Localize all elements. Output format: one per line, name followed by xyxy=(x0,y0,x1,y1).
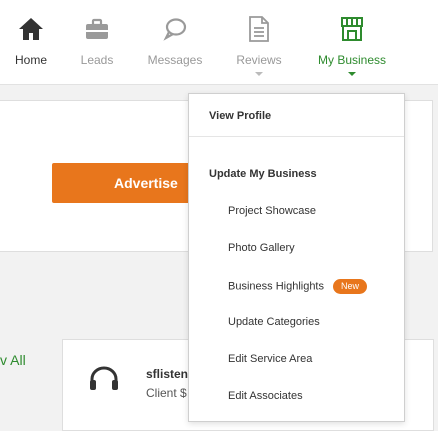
nav-home-label: Home xyxy=(14,53,47,67)
document-icon xyxy=(244,14,274,44)
chat-bubble-icon xyxy=(160,14,190,44)
project-showcase-link[interactable]: Project Showcase xyxy=(228,205,316,217)
headset-icon xyxy=(88,366,120,394)
storefront-icon xyxy=(337,14,367,44)
nav-messages[interactable]: Messages xyxy=(140,0,210,84)
new-badge: New xyxy=(333,279,368,294)
my-business-dropdown: View Profile Update My Business Project … xyxy=(188,93,405,422)
nav-reviews[interactable]: Reviews xyxy=(230,0,288,84)
contact-name: sflisten xyxy=(146,367,189,381)
nav-messages-label: Messages xyxy=(147,53,203,67)
view-profile-link[interactable]: View Profile xyxy=(209,110,271,122)
edit-associates-link[interactable]: Edit Associates xyxy=(228,390,303,402)
nav-reviews-label: Reviews xyxy=(236,53,282,67)
business-highlights-link[interactable]: Business Highlights New xyxy=(228,279,368,294)
my-business-caret-icon xyxy=(348,72,356,76)
dropdown-divider xyxy=(189,136,404,137)
home-icon xyxy=(16,14,46,44)
view-all-link[interactable]: v All xyxy=(0,352,26,368)
photo-gallery-link[interactable]: Photo Gallery xyxy=(228,242,295,254)
business-highlights-label: Business Highlights xyxy=(228,280,324,293)
nav-leads[interactable]: Leads xyxy=(70,0,124,84)
nav-leads-label: Leads xyxy=(80,53,114,67)
reviews-caret-icon xyxy=(255,72,263,76)
briefcase-icon xyxy=(82,14,112,44)
nav-my-business[interactable]: My Business xyxy=(310,0,394,84)
contact-role: Client $ xyxy=(146,386,187,400)
nav-my-business-label: My Business xyxy=(317,53,387,67)
top-nav: Home Leads Messages Reviews My Business xyxy=(0,0,438,85)
edit-service-area-link[interactable]: Edit Service Area xyxy=(228,353,312,365)
advertise-button[interactable]: Advertise xyxy=(52,163,192,203)
update-my-business-heading: Update My Business xyxy=(209,168,317,180)
update-categories-link[interactable]: Update Categories xyxy=(228,316,320,328)
nav-home[interactable]: Home xyxy=(2,0,60,84)
